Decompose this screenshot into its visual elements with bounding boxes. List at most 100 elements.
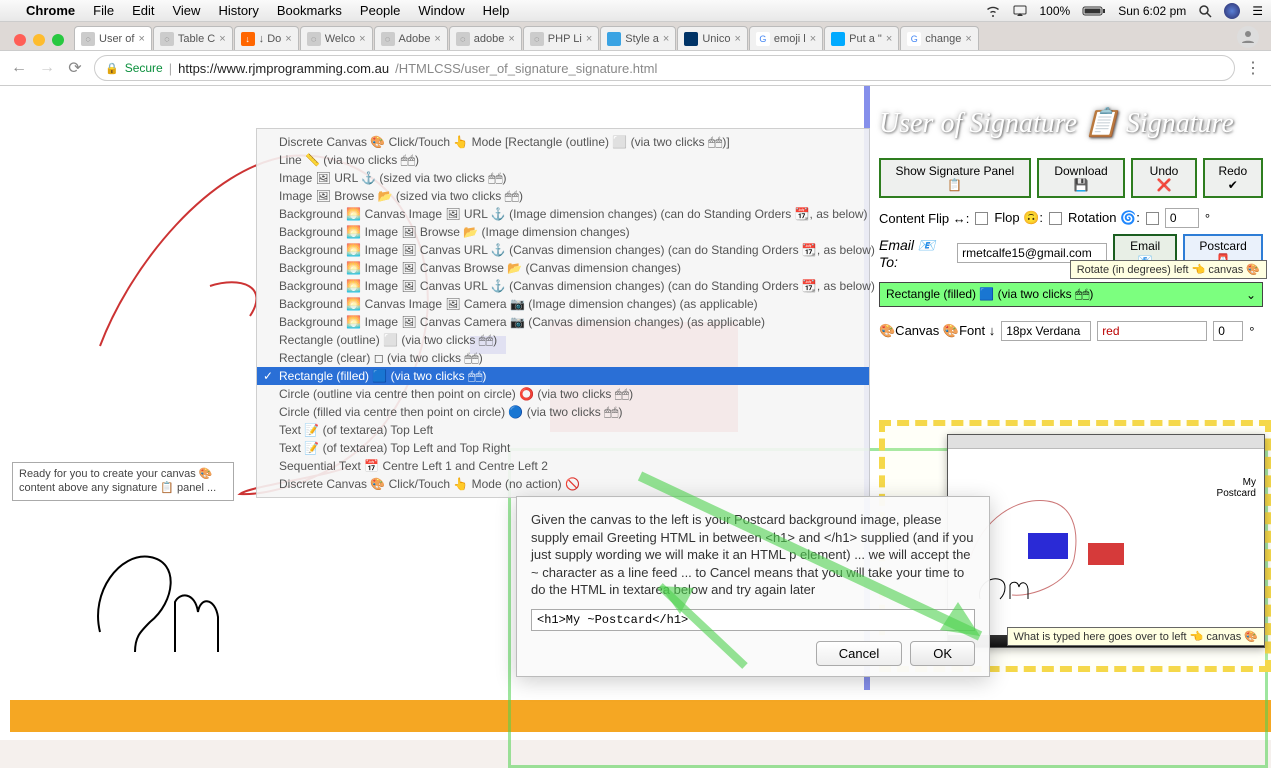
tab-1[interactable]: ◌Table C× [153, 26, 233, 50]
tab-2[interactable]: ↓↓ Do× [234, 26, 299, 50]
dropdown-option[interactable]: Background 🌅 Canvas Image 🖼 Camera 📷 (Im… [257, 295, 869, 313]
menu-people[interactable]: People [360, 3, 400, 18]
cancel-button[interactable]: Cancel [816, 641, 902, 666]
chrome-menu[interactable]: ⋮ [1245, 58, 1261, 78]
back-button[interactable]: ← [10, 59, 28, 77]
separator: | [169, 61, 172, 76]
zoom-window[interactable] [52, 34, 64, 46]
flop-checkbox[interactable] [1049, 212, 1062, 225]
close-tab[interactable]: × [285, 33, 291, 45]
number-input[interactable] [1213, 321, 1243, 341]
menu-help[interactable]: Help [483, 3, 510, 18]
rotation-input[interactable] [1165, 208, 1199, 228]
spotlight-icon[interactable] [1198, 3, 1212, 18]
dropdown-option[interactable]: Rectangle (outline) ⬜ (via two clicks 🖱🖱… [257, 331, 869, 349]
tab-6[interactable]: ◌PHP Li× [523, 26, 599, 50]
download-button[interactable]: Download 💾 [1037, 158, 1126, 198]
degree-symbol: ° [1205, 211, 1210, 226]
dropdown-option[interactable]: Background 🌅 Image 🖼 Canvas URL ⚓ (Canva… [257, 241, 869, 259]
show-signature-button[interactable]: Show Signature Panel 📋 [879, 158, 1031, 198]
tab-8[interactable]: Unico × [677, 26, 748, 50]
close-window[interactable] [14, 34, 26, 46]
ok-button[interactable]: OK [910, 641, 975, 666]
dropdown-option[interactable]: Circle (filled via centre then point on … [257, 403, 869, 421]
close-tab[interactable]: × [219, 33, 225, 45]
close-tab[interactable]: × [810, 33, 816, 45]
preview-body: MyPostcard [948, 449, 1264, 647]
clock[interactable]: Sun 6:02 pm [1118, 4, 1186, 18]
preview-red-rect [1088, 543, 1124, 565]
profile-avatar[interactable] [1237, 26, 1259, 48]
dropdown-option[interactable]: Background 🌅 Image 🖼 Canvas URL ⚓ (Canva… [257, 277, 869, 295]
wifi-icon[interactable] [985, 4, 1001, 18]
mode-select-value: Rectangle (filled) 🟦 (via two clicks 🖱🖱) [886, 287, 1093, 302]
dropdown-option[interactable]: Background 🌅 Canvas Image 🖼 URL ⚓ (Image… [257, 205, 869, 223]
menu-window[interactable]: Window [418, 3, 464, 18]
postcard-preview: MyPostcard [947, 434, 1265, 648]
menu-history[interactable]: History [218, 3, 258, 18]
rotation-label: Rotation 🌀: [1068, 210, 1140, 226]
tab-0[interactable]: ◌User of× [74, 26, 152, 50]
dropdown-option[interactable]: Background 🌅 Image 🖼 Canvas Camera 📷 (Ca… [257, 313, 869, 331]
dropdown-option[interactable]: Image 🖼 URL ⚓ (sized via two clicks 🖱🖱) [257, 169, 869, 187]
font-input[interactable] [1001, 321, 1091, 341]
dropdown-option[interactable]: Text 📝 (of textarea) Top Left [257, 421, 869, 439]
close-tab[interactable]: × [586, 33, 592, 45]
rotation-checkbox[interactable] [1146, 212, 1159, 225]
close-tab[interactable]: × [965, 33, 971, 45]
url-host: https://www.rjmprogramming.com.au [178, 61, 389, 76]
preview-titlebar [948, 435, 1264, 449]
dropdown-option[interactable]: Sequential Text 📅 Centre Left 1 and Cent… [257, 457, 869, 475]
siri-icon[interactable] [1224, 3, 1240, 19]
menu-edit[interactable]: Edit [132, 3, 154, 18]
minimize-window[interactable] [33, 34, 45, 46]
tab-label: Unico [702, 33, 730, 45]
address-bar[interactable]: 🔒 Secure | https://www.rjmprogramming.co… [94, 55, 1235, 81]
mode-dropdown[interactable]: Discrete Canvas 🎨 Click/Touch 👆 Mode [Re… [256, 128, 870, 498]
dropdown-option[interactable]: Rectangle (clear) ◻ (via two clicks 🖱🖱) [257, 349, 869, 367]
close-tab[interactable]: × [886, 33, 892, 45]
tab-11[interactable]: Gchange× [900, 26, 979, 50]
dropdown-option[interactable]: Rectangle (filled) 🟦 (via two clicks 🖱🖱) [257, 367, 869, 385]
mode-select[interactable]: Rectangle (filled) 🟦 (via two clicks 🖱🖱)… [879, 282, 1263, 307]
close-tab[interactable]: × [663, 33, 669, 45]
mac-menubar: Chrome File Edit View History Bookmarks … [0, 0, 1271, 22]
close-tab[interactable]: × [359, 33, 365, 45]
dropdown-option[interactable]: Circle (outline via centre then point on… [257, 385, 869, 403]
dropdown-option[interactable]: Line 📏 (via two clicks 🖱🖱) [257, 151, 869, 169]
reload-button[interactable]: ⟳ [66, 58, 84, 78]
dropdown-option[interactable]: Background 🌅 Image 🖼 Canvas Browse 📂 (Ca… [257, 259, 869, 277]
tab-10[interactable]: Put a "× [824, 26, 899, 50]
app-name[interactable]: Chrome [26, 3, 75, 18]
close-tab[interactable]: × [138, 33, 144, 45]
prompt-input[interactable] [531, 609, 975, 631]
color-input[interactable] [1097, 321, 1207, 341]
menu-file[interactable]: File [93, 3, 114, 18]
menu-bookmarks[interactable]: Bookmarks [277, 3, 342, 18]
close-tab[interactable]: × [508, 33, 514, 45]
dropdown-option[interactable]: Image 🖼 Browse 📂 (sized via two clicks 🖱… [257, 187, 869, 205]
favicon: ◌ [81, 32, 95, 46]
tab-5[interactable]: ◌adobe× [449, 26, 522, 50]
menu-view[interactable]: View [172, 3, 200, 18]
email-label: Email 📧 To: [879, 237, 951, 270]
dropdown-option[interactable]: Discrete Canvas 🎨 Click/Touch 👆 Mode (no… [257, 475, 869, 493]
redo-button[interactable]: Redo ✔ [1203, 158, 1263, 198]
url-path: /HTMLCSS/user_of_signature_signature.htm… [395, 61, 657, 76]
flip-controls: Content Flip ↔: Flop 🙃: Rotation 🌀: ° [879, 208, 1263, 228]
notification-icon[interactable]: ☰ [1252, 4, 1263, 18]
close-tab[interactable]: × [734, 33, 740, 45]
dropdown-option[interactable]: Text 📝 (of textarea) Top Left and Top Ri… [257, 439, 869, 457]
tab-7[interactable]: Style a× [600, 26, 676, 50]
tab-9[interactable]: Gemoji l× [749, 26, 823, 50]
tab-3[interactable]: ◌Welco× [300, 26, 373, 50]
lock-icon: 🔒 [105, 62, 119, 75]
airplay-icon[interactable] [1013, 4, 1027, 18]
flip-checkbox[interactable] [975, 212, 988, 225]
undo-button[interactable]: Undo ❌ [1131, 158, 1196, 198]
close-tab[interactable]: × [434, 33, 440, 45]
dropdown-option[interactable]: Background 🌅 Image 🖼 Browse 📂 (Image dim… [257, 223, 869, 241]
tab-strip: ◌User of× ◌Table C× ↓↓ Do× ◌Welco× ◌Adob… [0, 22, 1271, 50]
dropdown-option[interactable]: Discrete Canvas 🎨 Click/Touch 👆 Mode [Re… [257, 133, 869, 151]
tab-4[interactable]: ◌Adobe× [374, 26, 448, 50]
